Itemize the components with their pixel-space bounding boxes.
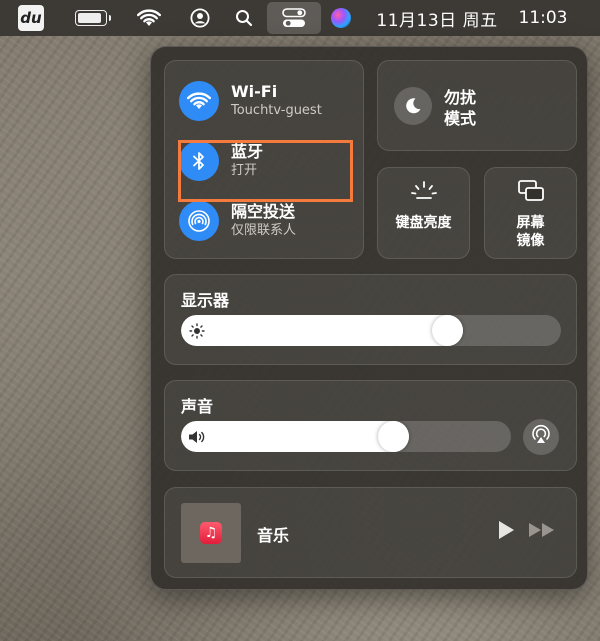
wifi-toggle[interactable]: Wi-Fi Touchtv-guest bbox=[179, 81, 322, 121]
wifi-menu-icon[interactable] bbox=[134, 0, 164, 36]
spotlight-search-icon[interactable] bbox=[230, 0, 258, 36]
screen-mirroring-tile[interactable]: 屏幕 镜像 bbox=[484, 167, 577, 259]
airdrop-icon[interactable] bbox=[179, 201, 219, 241]
display-tile: 显示器 bbox=[164, 274, 577, 365]
dnd-label-line1: 勿扰 bbox=[444, 88, 477, 107]
sound-title: 声音 bbox=[181, 397, 214, 416]
display-slider-fill bbox=[181, 315, 464, 346]
fast-forward-icon bbox=[528, 522, 556, 542]
play-icon bbox=[497, 520, 515, 544]
control-center-panel: Wi-Fi Touchtv-guest 蓝牙 打开 隔空投送 仅限联系人 勿扰 … bbox=[150, 46, 588, 590]
music-app-icon: ♫ bbox=[200, 522, 222, 544]
connectivity-tile: Wi-Fi Touchtv-guest 蓝牙 打开 隔空投送 仅限联系人 bbox=[164, 60, 364, 259]
dnd-label-line2: 模式 bbox=[444, 109, 477, 128]
do-not-disturb-tile[interactable]: 勿扰 模式 bbox=[377, 60, 577, 151]
control-center-icon[interactable] bbox=[267, 2, 321, 34]
display-title: 显示器 bbox=[181, 291, 230, 310]
screen-mirroring-label-line2: 镜像 bbox=[516, 233, 545, 249]
volume-slider-fill bbox=[181, 421, 410, 452]
siri-icon[interactable] bbox=[329, 0, 353, 36]
speaker-icon bbox=[187, 427, 206, 446]
keyboard-brightness-tile[interactable]: 键盘亮度 bbox=[377, 167, 470, 259]
display-slider-knob[interactable] bbox=[432, 315, 464, 346]
user-account-icon[interactable] bbox=[186, 0, 214, 36]
keyboard-brightness-icon bbox=[409, 178, 439, 208]
du-app-icon[interactable]: du bbox=[18, 5, 44, 31]
menubar-date[interactable]: 11月13日 周五 bbox=[372, 0, 502, 36]
play-button[interactable] bbox=[495, 521, 517, 543]
screen-mirroring-icon bbox=[516, 178, 546, 208]
airplay-audio-button[interactable] bbox=[523, 419, 559, 455]
menu-bar: du 11月13日 周五 11:03 bbox=[0, 0, 600, 36]
moon-icon bbox=[394, 87, 432, 125]
airdrop-toggle[interactable]: 隔空投送 仅限联系人 bbox=[179, 201, 296, 241]
display-brightness-slider[interactable] bbox=[181, 315, 561, 346]
wifi-title: Wi-Fi bbox=[231, 82, 278, 101]
next-track-button[interactable] bbox=[527, 521, 557, 543]
wifi-network-name: Touchtv-guest bbox=[231, 103, 322, 118]
menubar-time[interactable]: 11:03 bbox=[512, 0, 574, 36]
battery-icon[interactable] bbox=[72, 0, 111, 36]
airplay-audio-icon bbox=[530, 424, 552, 450]
airdrop-title: 隔空投送 bbox=[231, 202, 296, 221]
now-playing-app-label: 音乐 bbox=[257, 526, 290, 545]
now-playing-tile[interactable]: ♫ 音乐 bbox=[164, 487, 577, 578]
airdrop-status: 仅限联系人 bbox=[231, 223, 297, 238]
keyboard-brightness-label: 键盘亮度 bbox=[395, 215, 452, 231]
bluetooth-highlight-box bbox=[178, 140, 353, 202]
sun-icon bbox=[187, 321, 206, 340]
volume-slider[interactable] bbox=[181, 421, 511, 452]
screen-mirroring-label-line1: 屏幕 bbox=[516, 215, 545, 231]
wifi-icon[interactable] bbox=[179, 81, 219, 121]
album-artwork[interactable]: ♫ bbox=[181, 503, 241, 563]
volume-slider-knob[interactable] bbox=[378, 421, 410, 452]
sound-tile: 声音 bbox=[164, 380, 577, 471]
